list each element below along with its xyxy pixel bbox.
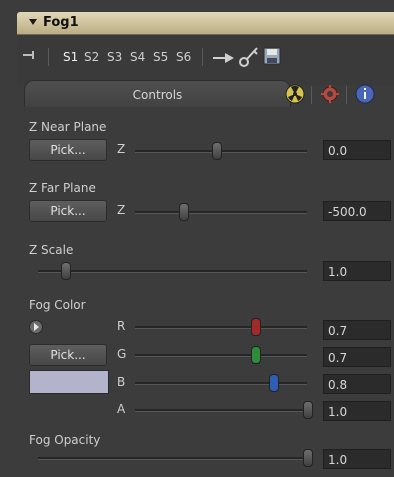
b-channel-slider-track[interactable] xyxy=(135,382,307,385)
set-s5[interactable]: S5 xyxy=(153,50,168,64)
fog-opacity-label: Fog Opacity xyxy=(29,433,101,447)
r-channel-value-field[interactable]: 0.7 xyxy=(323,320,391,340)
fog-color-pick-button[interactable]: Pick... xyxy=(29,344,107,366)
a-channel-value-field[interactable]: 1.0 xyxy=(323,401,391,421)
z-far-plane-label: Z Far Plane xyxy=(29,181,96,195)
set-s2[interactable]: S2 xyxy=(84,50,99,64)
radioactive-icon[interactable] xyxy=(285,84,305,104)
tab-controls-label: Controls xyxy=(132,88,183,102)
a-channel-slider-knob[interactable] xyxy=(303,401,313,419)
tab-controls[interactable]: Controls xyxy=(24,80,291,107)
a-channel-label: A xyxy=(117,402,126,416)
gear-icon[interactable] xyxy=(320,84,340,104)
set-s3[interactable]: S3 xyxy=(107,50,122,64)
z-far-slider-knob[interactable] xyxy=(179,203,190,221)
info-icon[interactable] xyxy=(355,84,375,104)
expand-arrow-icon[interactable] xyxy=(29,320,43,334)
fog-color-label: Fog Color xyxy=(29,298,86,312)
z-scale-slider-track[interactable] xyxy=(38,270,307,273)
toolbar-separator xyxy=(48,48,49,66)
z-near-plane-label: Z Near Plane xyxy=(29,120,107,134)
b-channel-value-field[interactable]: 0.8 xyxy=(323,374,391,394)
b-channel-label: B xyxy=(117,375,126,389)
b-channel-slider-knob[interactable] xyxy=(268,374,279,392)
set-s4[interactable]: S4 xyxy=(130,50,145,64)
toolbar: S1 S2 S3 S4 S5 S6 xyxy=(17,35,394,85)
r-channel-label: R xyxy=(117,319,126,333)
z-near-pick-button[interactable]: Pick... xyxy=(29,139,107,161)
a-channel-slider-track[interactable] xyxy=(135,409,307,412)
collapse-triangle-icon[interactable] xyxy=(29,19,37,25)
z-far-value-field[interactable]: -500.0 xyxy=(323,201,391,221)
tab-separator xyxy=(346,86,347,104)
tab-separator xyxy=(311,86,312,104)
key-icon[interactable] xyxy=(238,45,260,69)
z-scale-slider-knob[interactable] xyxy=(60,262,71,280)
z-scale-label: Z Scale xyxy=(29,243,74,257)
z-far-pick-button[interactable]: Pick... xyxy=(29,200,107,222)
set-s1[interactable]: S1 xyxy=(63,50,78,64)
node-title-bar[interactable]: Fog1 xyxy=(17,12,394,35)
g-channel-slider-track[interactable] xyxy=(135,354,307,357)
fog-opacity-value-field[interactable]: 1.0 xyxy=(323,449,391,469)
set-s6[interactable]: S6 xyxy=(176,50,191,64)
toolbar-separator xyxy=(202,48,203,66)
pin-icon[interactable] xyxy=(23,51,37,59)
z-scale-value-field[interactable]: 1.0 xyxy=(323,261,391,281)
z-near-value-field[interactable]: 0.0 xyxy=(323,140,391,160)
g-channel-value-field[interactable]: 0.7 xyxy=(323,347,391,367)
g-channel-label: G xyxy=(117,347,127,361)
z-far-slider-track[interactable] xyxy=(135,211,307,214)
g-channel-slider-knob[interactable] xyxy=(251,346,262,364)
fog-opacity-slider-track[interactable] xyxy=(38,457,307,460)
fog-opacity-slider-knob[interactable] xyxy=(303,449,313,467)
r-channel-slider-knob[interactable] xyxy=(251,318,262,336)
node-title: Fog1 xyxy=(43,15,79,30)
r-channel-slider-track[interactable] xyxy=(135,326,307,329)
fog-color-swatch[interactable] xyxy=(29,370,109,394)
z-far-axis-label: Z xyxy=(117,203,126,217)
save-icon[interactable] xyxy=(263,47,281,65)
z-near-axis-label: Z xyxy=(117,142,126,156)
z-near-slider-knob[interactable] xyxy=(211,142,222,160)
arrow-pin-icon[interactable] xyxy=(213,52,235,64)
